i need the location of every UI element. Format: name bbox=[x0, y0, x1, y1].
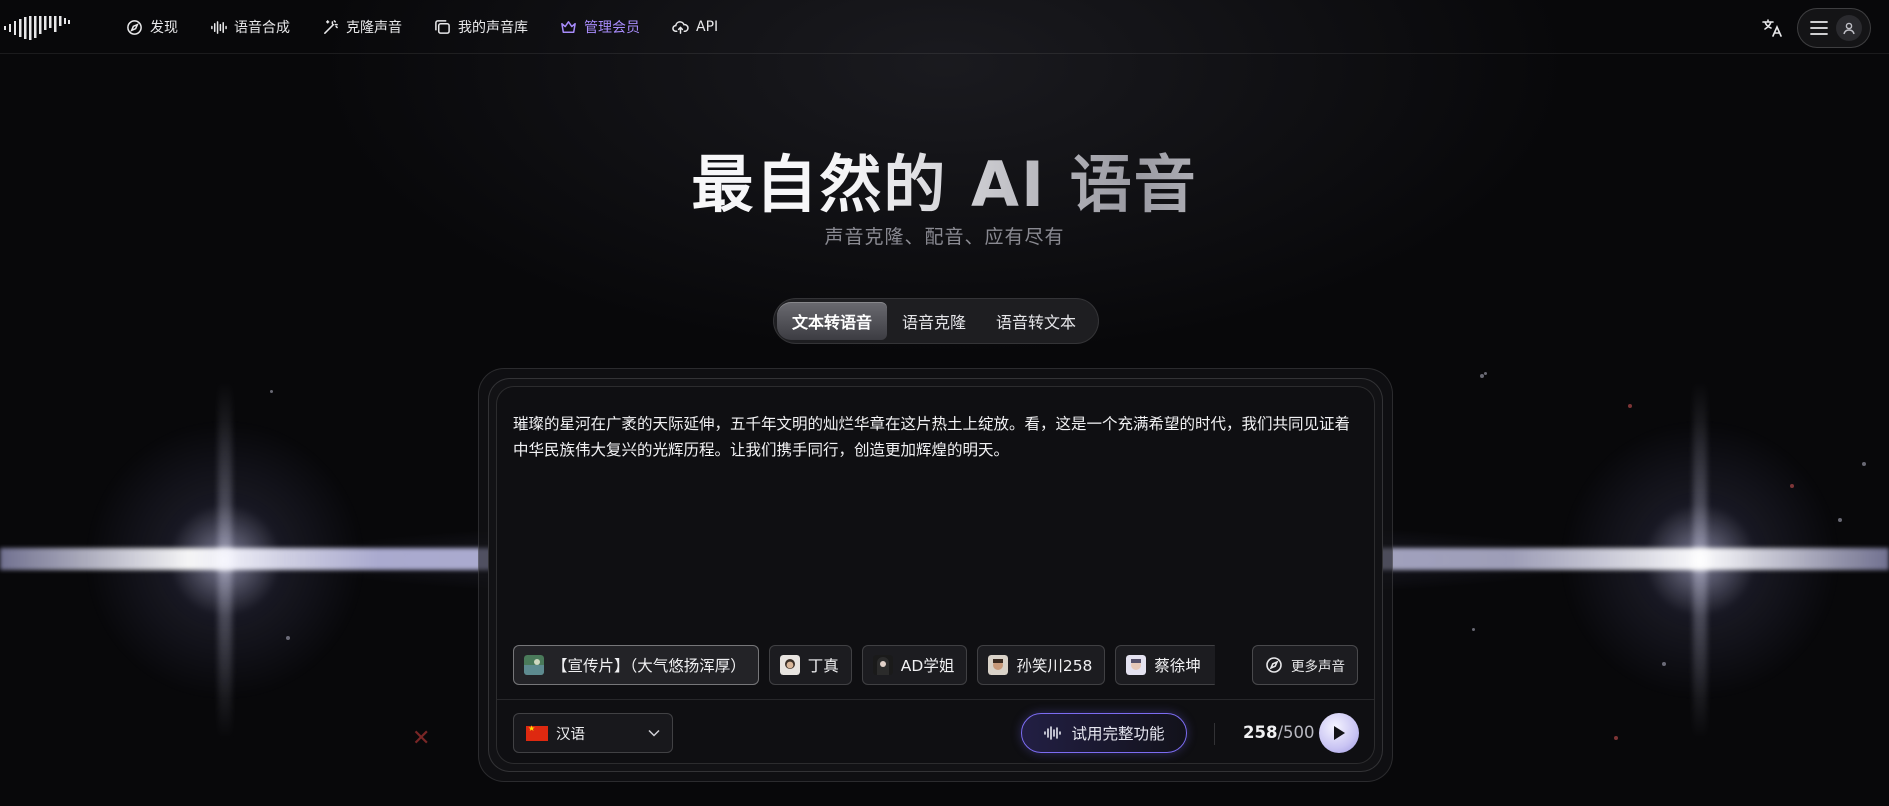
header-tools bbox=[1757, 8, 1871, 48]
cloud-icon bbox=[672, 20, 689, 34]
play-icon bbox=[1334, 726, 1345, 740]
try-full-features-label: 试用完整功能 bbox=[1071, 725, 1165, 743]
china-flag-icon bbox=[526, 724, 548, 741]
character-counter: 258/500 bbox=[1243, 723, 1315, 742]
nav-manage-membership[interactable]: 管理会员 bbox=[560, 17, 640, 37]
waveform-icon bbox=[1044, 726, 1062, 740]
waveform-icon bbox=[211, 20, 227, 34]
voice-chip[interactable]: 孙笑川258 bbox=[977, 645, 1106, 685]
main-nav: 发现 语音合成 克隆声音 我的声音库 管理会员 API bbox=[126, 0, 750, 54]
text-input[interactable]: 璀璨的星河在广袤的天际延伸，五千年文明的灿烂华章在这片热土上绽放。看，这是一个充… bbox=[513, 411, 1358, 601]
nav-api[interactable]: API bbox=[672, 19, 718, 36]
compass-icon bbox=[1266, 657, 1282, 673]
nav-label: API bbox=[696, 19, 719, 35]
nav-clone-voice[interactable]: 克隆声音 bbox=[322, 17, 402, 37]
hero-subtitle: 声音克隆、配音、应有尽有 bbox=[824, 226, 1065, 248]
nav-label: 管理会员 bbox=[584, 20, 640, 36]
voice-selector: 【宣传片】（大气悠扬浑厚） 丁真 AD学姐 孙笑川258 蔡徐坤 更多声音 bbox=[513, 645, 1358, 685]
language-label: 汉语 bbox=[556, 726, 585, 743]
voice-label: AD学姐 bbox=[900, 657, 955, 675]
nav-discover[interactable]: 发现 bbox=[126, 17, 178, 37]
avatar bbox=[1836, 15, 1862, 41]
nav-label: 发现 bbox=[150, 20, 178, 36]
voice-label: 丁真 bbox=[807, 657, 839, 675]
nav-my-voice-library[interactable]: 我的声音库 bbox=[434, 17, 528, 37]
voice-avatar bbox=[1126, 655, 1147, 675]
character-limit: /500 bbox=[1277, 723, 1315, 742]
chevron-down-icon bbox=[648, 729, 660, 737]
library-icon bbox=[435, 19, 450, 34]
voice-avatar bbox=[524, 655, 544, 675]
voice-chip[interactable]: 蔡徐坤 bbox=[1115, 645, 1216, 685]
nav-label: 语音合成 bbox=[234, 20, 290, 36]
voice-avatar bbox=[872, 655, 893, 675]
mode-tabs: 文本转语音 语音克隆 语音转文本 bbox=[773, 298, 1099, 344]
character-count: 258 bbox=[1243, 723, 1278, 742]
voice-label: 孙笑川258 bbox=[1016, 657, 1093, 675]
compass-icon bbox=[127, 19, 142, 35]
sparkle-x-icon: ✕ bbox=[412, 726, 431, 751]
nav-label: 我的声音库 bbox=[458, 20, 528, 36]
voice-avatar bbox=[779, 655, 800, 675]
editor-card: 璀璨的星河在广袤的天际延伸，五千年文明的灿烂华章在这片热土上绽放。看，这是一个充… bbox=[496, 386, 1375, 764]
tab-speech-to-text[interactable]: 语音转文本 bbox=[981, 302, 1091, 340]
divider bbox=[1214, 723, 1215, 745]
more-voices-button[interactable]: 更多声音 bbox=[1252, 645, 1358, 685]
voice-chip[interactable]: 丁真 bbox=[768, 645, 852, 685]
crown-icon bbox=[561, 20, 576, 33]
divider bbox=[497, 699, 1374, 700]
magic-wand-icon bbox=[324, 19, 338, 34]
nav-speech-synthesis[interactable]: 语音合成 bbox=[210, 17, 290, 37]
top-navigation-bar: 发现 语音合成 克隆声音 我的声音库 管理会员 API bbox=[0, 0, 1889, 54]
hamburger-menu-icon bbox=[1810, 21, 1828, 35]
logo-waveform-icon[interactable] bbox=[4, 14, 70, 40]
voice-chip[interactable]: AD学姐 bbox=[861, 645, 968, 685]
tab-text-to-speech[interactable]: 文本转语音 bbox=[777, 302, 888, 340]
tab-voice-clone[interactable]: 语音克隆 bbox=[887, 302, 981, 340]
play-button[interactable] bbox=[1319, 713, 1359, 753]
voice-chip[interactable]: 【宣传片】（大气悠扬浑厚） bbox=[513, 645, 759, 685]
voice-label: 蔡徐坤 bbox=[1154, 657, 1201, 675]
try-full-features-button[interactable]: 试用完整功能 bbox=[1021, 713, 1187, 753]
voice-avatar bbox=[988, 655, 1009, 675]
user-menu[interactable] bbox=[1797, 8, 1871, 48]
translate-icon bbox=[1762, 19, 1782, 37]
hero-title: 最自然的 AI 语音 bbox=[0, 134, 1889, 224]
nav-label: 克隆声音 bbox=[346, 20, 402, 36]
more-voices-label: 更多声音 bbox=[1291, 659, 1345, 675]
translate-button[interactable] bbox=[1757, 13, 1787, 43]
language-select[interactable]: 汉语 bbox=[513, 713, 673, 753]
user-icon bbox=[1843, 22, 1855, 35]
voice-label: 【宣传片】（大气悠扬浑厚） bbox=[552, 657, 746, 675]
